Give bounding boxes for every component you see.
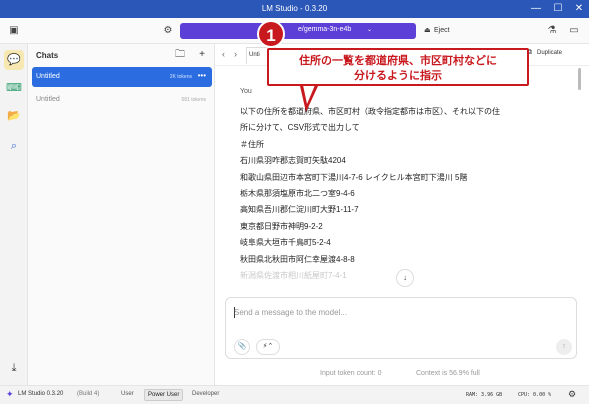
user-message: You 以下の住所を都道府県、市区町村（政令指定都市は市区）、それ以下の住 所に… bbox=[240, 88, 580, 284]
message-line: 栃木県那須塩原市北二つ室9-4-6 bbox=[240, 189, 355, 199]
callout-number-badge: 1 bbox=[257, 20, 285, 48]
close-button[interactable]: ✕ bbox=[570, 1, 588, 17]
message-line: 和歌山県田辺市本宮町下湯川4-7-6 レイクヒル本宮町下湯川 5階 bbox=[240, 172, 468, 182]
chat-item-tokens: 2K tokens bbox=[169, 74, 192, 80]
chat-item[interactable]: Untitled 581 tokens bbox=[32, 90, 212, 110]
message-line: 岐阜県大垣市千鳥町5-2-4 bbox=[240, 238, 331, 248]
chats-title: Chats bbox=[36, 51, 59, 60]
settings-icon[interactable]: ⚙ bbox=[160, 23, 176, 39]
message-line: 以下の住所を都道府県、市区町村（政令指定都市は市区）、それ以下の住 bbox=[240, 107, 500, 116]
search-icon[interactable]: ⌕ bbox=[4, 136, 24, 156]
title-bar: LM Studio - 0.3.20 — ☐ ✕ bbox=[0, 0, 589, 18]
eject-icon: ⏏ bbox=[424, 27, 431, 34]
message-author: You bbox=[240, 88, 252, 95]
left-rail: 💬 ⌨ 📂 ⌕ ⤓ bbox=[0, 44, 28, 385]
chat-item-tokens: 581 tokens bbox=[181, 97, 206, 103]
annotation-callout: 住所の一覧を都道府県、市区町村などに 分けるように指示 bbox=[267, 48, 529, 86]
model-name: e/gemma-3n-e4b bbox=[298, 26, 352, 33]
message-line: 高知県吾川郡仁淀川町大野1-11-7 bbox=[240, 205, 359, 215]
build-number: (Build 4) bbox=[77, 391, 100, 397]
chat-item-name: Untitled bbox=[36, 73, 60, 80]
mode-power-user[interactable]: Power User bbox=[144, 389, 184, 401]
callout-line-1: 住所の一覧を都道府県、市区町村などに bbox=[299, 55, 497, 67]
callout-line-2: 分けるように指示 bbox=[354, 70, 442, 82]
message-line: 所に分けて、CSV形式で出力して bbox=[240, 123, 360, 133]
send-button[interactable]: ↑ bbox=[556, 339, 572, 355]
mode-developer[interactable]: Developer bbox=[189, 389, 222, 401]
lmstudio-logo-icon: ✦ bbox=[6, 389, 14, 399]
message-line: 秋田県北秋田市阿仁幸屋渡4-8-8 bbox=[240, 254, 355, 264]
message-line: 東京都日野市神明9-2-2 bbox=[240, 221, 323, 231]
more-options-icon[interactable]: ••• bbox=[198, 71, 206, 80]
status-bar: ✦ LM Studio 0.3.20 (Build 4) User Power … bbox=[0, 385, 589, 404]
mode-user[interactable]: User bbox=[118, 389, 137, 401]
next-tab-icon[interactable]: › bbox=[234, 49, 237, 59]
prev-tab-icon[interactable]: ‹ bbox=[222, 49, 225, 59]
eject-label: Eject bbox=[434, 27, 450, 34]
duplicate-button[interactable]: ⧉ Duplicate bbox=[527, 49, 563, 56]
message-line: 石川県羽咋郡志賀町矢駄4204 bbox=[240, 156, 346, 166]
eject-button[interactable]: ⏏ Eject bbox=[422, 24, 460, 38]
context-usage: Context is 56.9% full bbox=[416, 370, 480, 377]
attach-icon[interactable]: 📎 bbox=[234, 339, 250, 355]
chat-item-name: Untitled bbox=[36, 96, 60, 103]
message-line: ＃住所 bbox=[240, 139, 264, 149]
plugin-icon[interactable]: ⚡⌃ bbox=[256, 339, 280, 355]
folder-icon[interactable]: 📂 bbox=[4, 106, 24, 126]
scrollbar[interactable] bbox=[578, 68, 581, 90]
chat-icon[interactable]: 💬 bbox=[4, 50, 24, 70]
settings-gear-icon[interactable]: ⚙ bbox=[568, 389, 576, 400]
scroll-down-button[interactable]: ↓ bbox=[396, 269, 414, 287]
ram-usage: RAM: 3.96 GB bbox=[466, 392, 503, 398]
input-token-count: Input token count: 0 bbox=[320, 370, 382, 377]
message-composer[interactable]: Send a message to the model... 📎 ⚡⌃ ↑ bbox=[225, 297, 577, 359]
flask-icon[interactable]: ⚗ bbox=[544, 23, 560, 39]
new-chat-button[interactable]: + bbox=[194, 47, 210, 63]
maximize-button[interactable]: ☐ bbox=[549, 1, 567, 17]
terminal-icon[interactable]: ⌨ bbox=[4, 78, 24, 98]
panel-toggle-icon[interactable]: ▭ bbox=[566, 23, 582, 39]
cpu-usage: CPU: 0.00 % bbox=[518, 392, 552, 398]
duplicate-label: Duplicate bbox=[537, 50, 563, 56]
message-input-placeholder: Send a message to the model... bbox=[234, 308, 347, 317]
chat-item-active[interactable]: Untitled 2K tokens ••• bbox=[32, 67, 212, 87]
window-title: LM Studio - 0.3.20 bbox=[261, 4, 328, 13]
chat-main: ‹ › Unti ⧉ Duplicate You 以下の住所を都道府県、市区町村… bbox=[216, 44, 589, 385]
top-toolbar: ▣ ⚙ e/gemma-3n-e4b ⌄ ⏏ Eject ⚗ ▭ bbox=[0, 18, 589, 44]
app-version: LM Studio 0.3.20 bbox=[18, 391, 64, 397]
sidebar-toggle-icon[interactable]: ▣ bbox=[6, 23, 22, 39]
chats-panel: Chats 🗀 + Untitled 2K tokens ••• Untitle… bbox=[28, 44, 215, 385]
new-folder-icon[interactable]: 🗀 bbox=[172, 47, 188, 63]
chevron-down-icon: ⌄ bbox=[367, 27, 373, 33]
model-selector[interactable]: e/gemma-3n-e4b ⌄ bbox=[180, 23, 416, 39]
minimize-button[interactable]: — bbox=[527, 1, 545, 17]
download-icon[interactable]: ⤓ bbox=[4, 358, 24, 378]
